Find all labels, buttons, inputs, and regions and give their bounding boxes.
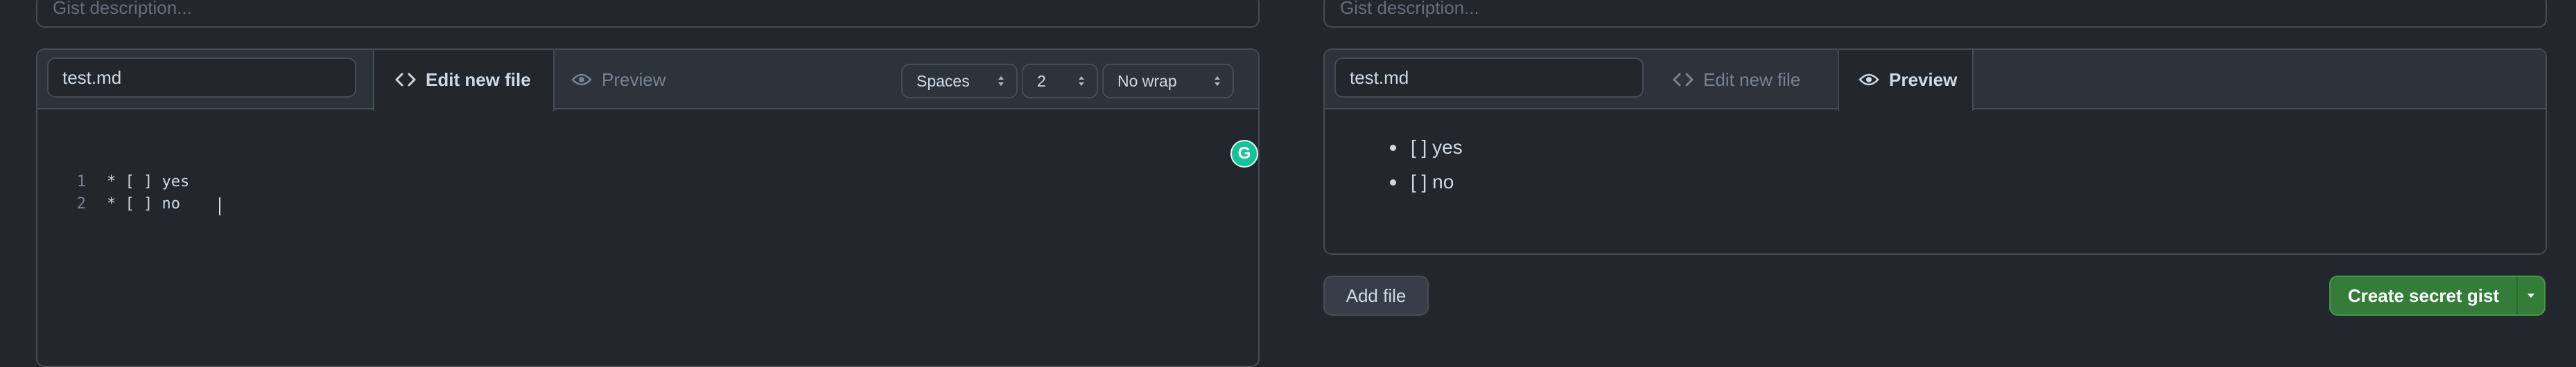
list-item: [ ] no: [1390, 165, 1463, 199]
gist-description-input[interactable]: Gist description...: [1323, 0, 2547, 28]
tab-label: Edit new file: [426, 69, 531, 90]
gist-description-placeholder: Gist description...: [53, 0, 192, 18]
code-icon: [395, 51, 416, 111]
text-caret: [219, 197, 220, 215]
right-gist-preview: Gist description... test.md Edit new fil…: [1323, 0, 2547, 355]
tab-preview[interactable]: Preview: [571, 50, 710, 109]
indent-size-select[interactable]: 2: [1022, 64, 1098, 98]
select-arrows-icon: [998, 76, 1004, 86]
grammarly-icon[interactable]: G: [1230, 140, 1258, 168]
file-header: test.md Edit new file Preview Spaces 2 N…: [37, 50, 1258, 111]
wrap-mode-select[interactable]: No wrap: [1102, 64, 1234, 98]
chevron-down-icon: [2527, 294, 2534, 298]
line-text: * [ ] yes: [107, 173, 190, 190]
gist-description-input[interactable]: Gist description...: [36, 0, 1260, 28]
indent-mode-value: Spaces: [916, 72, 970, 90]
eye-icon: [571, 51, 592, 111]
line-number: 2: [76, 195, 86, 213]
list-item: [ ] yes: [1390, 130, 1463, 165]
wrap-mode-value: No wrap: [1117, 72, 1177, 90]
indent-mode-select[interactable]: Spaces: [901, 64, 1018, 98]
tab-edit-new-file[interactable]: Edit new file: [373, 50, 555, 111]
file-preview-box: test.md Edit new file Preview [ ] yes [ …: [1323, 48, 2547, 255]
preview-list: [ ] yes [ ] no: [1390, 130, 1463, 199]
file-header: test.md Edit new file Preview: [1325, 50, 2545, 111]
eye-icon: [1859, 51, 1879, 111]
left-gist-editor: Gist description... test.md Edit new fil…: [36, 0, 1260, 367]
line-number: 1: [76, 173, 86, 190]
create-gist-button-group: Create secret gist: [2329, 276, 2545, 316]
code-editor[interactable]: 1 * [ ] yes 2 * [ ] no: [37, 111, 1258, 366]
markdown-preview: [ ] yes [ ] no: [1325, 111, 2545, 253]
select-arrows-icon: [1079, 76, 1084, 86]
tab-preview[interactable]: Preview: [1838, 50, 1974, 111]
indent-size-value: 2: [1037, 72, 1046, 90]
tab-edit-new-file[interactable]: Edit new file: [1673, 50, 1825, 109]
filename-input[interactable]: test.md: [1334, 57, 1644, 98]
select-arrows-icon: [1215, 76, 1220, 86]
file-editor-box: test.md Edit new file Preview Spaces 2 N…: [36, 48, 1260, 367]
tab-label: Edit new file: [1703, 69, 1801, 90]
filename-input[interactable]: test.md: [47, 57, 356, 98]
create-options-dropdown[interactable]: [2518, 277, 2544, 314]
tab-label: Preview: [1889, 69, 1958, 90]
add-file-button[interactable]: Add file: [1323, 276, 1429, 316]
tab-label: Preview: [602, 69, 666, 90]
gist-description-placeholder: Gist description...: [1340, 0, 1479, 18]
code-icon: [1673, 51, 1694, 111]
create-secret-gist-button[interactable]: Create secret gist: [2331, 277, 2518, 314]
line-text: * [ ] no: [107, 195, 180, 213]
